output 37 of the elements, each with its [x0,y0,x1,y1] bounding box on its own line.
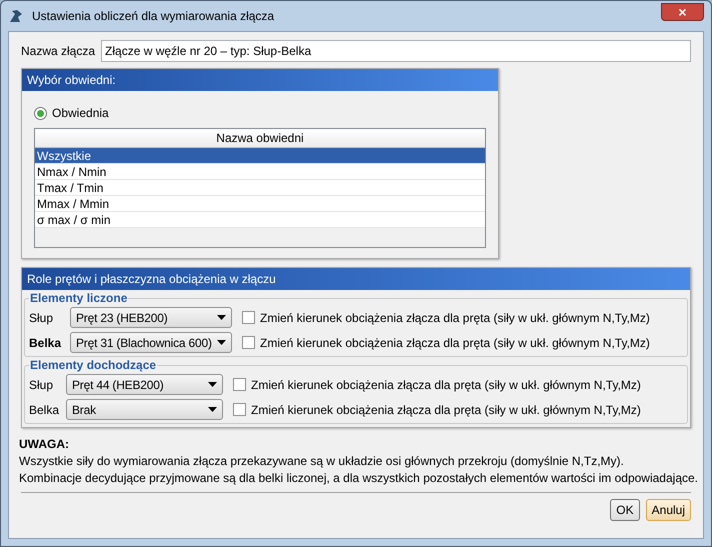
caret-icon [217,340,226,345]
table-row[interactable]: σ max / σ min [35,212,485,228]
radio-button[interactable]: Obwiednia [34,104,109,122]
table-row[interactable]: Nmax / Nmin [35,164,485,180]
member-dropdown[interactable]: Pręt 31 (Blachownica 600) [70,332,232,353]
table-row[interactable]: Tmax / Tmin [35,180,485,196]
field-label: Belka [29,402,60,418]
note-text: Kombinacje decydujące przyjmowane są dla belki liczonej, a dla wszystkich pozostałych elementów wartości im odpowiadające. [19,470,698,487]
checkbox[interactable]: Zmień kierunek obciążenia złącza dla pręta (siły w ukł. głównym N,Ty,Mz) [242,308,650,326]
dialog-button[interactable]: Anuluj [646,499,691,521]
field-label: Słup [29,310,54,326]
group-title: Elementy liczone [29,291,128,305]
member-dropdown[interactable]: Pręt 44 (HEB200) [66,374,223,395]
checkbox[interactable]: Zmień kierunek obciążenia złącza dla pręta (siły w ukł. głównym N,Ty,Mz) [233,376,641,394]
window-title: Ustawienia obliczeń dla wymiarowania złącza [32,8,274,25]
member-dropdown[interactable]: Brak [66,399,223,420]
app-icon [8,8,24,24]
checkbox[interactable]: Zmień kierunek obciążenia złącza dla pręta (siły w ukł. głównym N,Ty,Mz) [233,400,641,418]
note-text: Wszystkie siły do wymiarowania złącza przekazywane są w układzie osi głównych przekroju (domyślnie N,Tz,My). [19,453,624,470]
dialog-button[interactable]: OK [610,499,640,521]
name-field[interactable]: Złącze w węźle nr 20 – typ: Słup-Belka [101,40,691,62]
column-header: Nazwa obwiedni [35,129,485,148]
caret-icon [217,315,226,320]
close-button[interactable]: × [661,3,704,21]
table-row[interactable]: Wszystkie [35,148,485,164]
caret-icon [208,407,217,412]
note-title: UWAGA: [19,436,70,453]
caret-icon [208,382,217,387]
checkbox[interactable]: Zmień kierunek obciążenia złącza dla pręta (siły w ukł. głównym N,Ty,Mz) [242,334,650,352]
panel-header: Role prętów i płaszczyzna obciążenia w złączu [22,268,690,290]
panel-header: Wybór obwiedni: [22,69,498,91]
field-label: Belka [29,334,62,352]
field-label: Słup [29,376,54,394]
group-title: Elementy dochodzące [29,358,158,372]
member-dropdown[interactable]: Pręt 23 (HEB200) [70,307,232,328]
table-row[interactable]: Mmax / Mmin [35,196,485,212]
field-label: Nazwa złącza [21,42,96,60]
